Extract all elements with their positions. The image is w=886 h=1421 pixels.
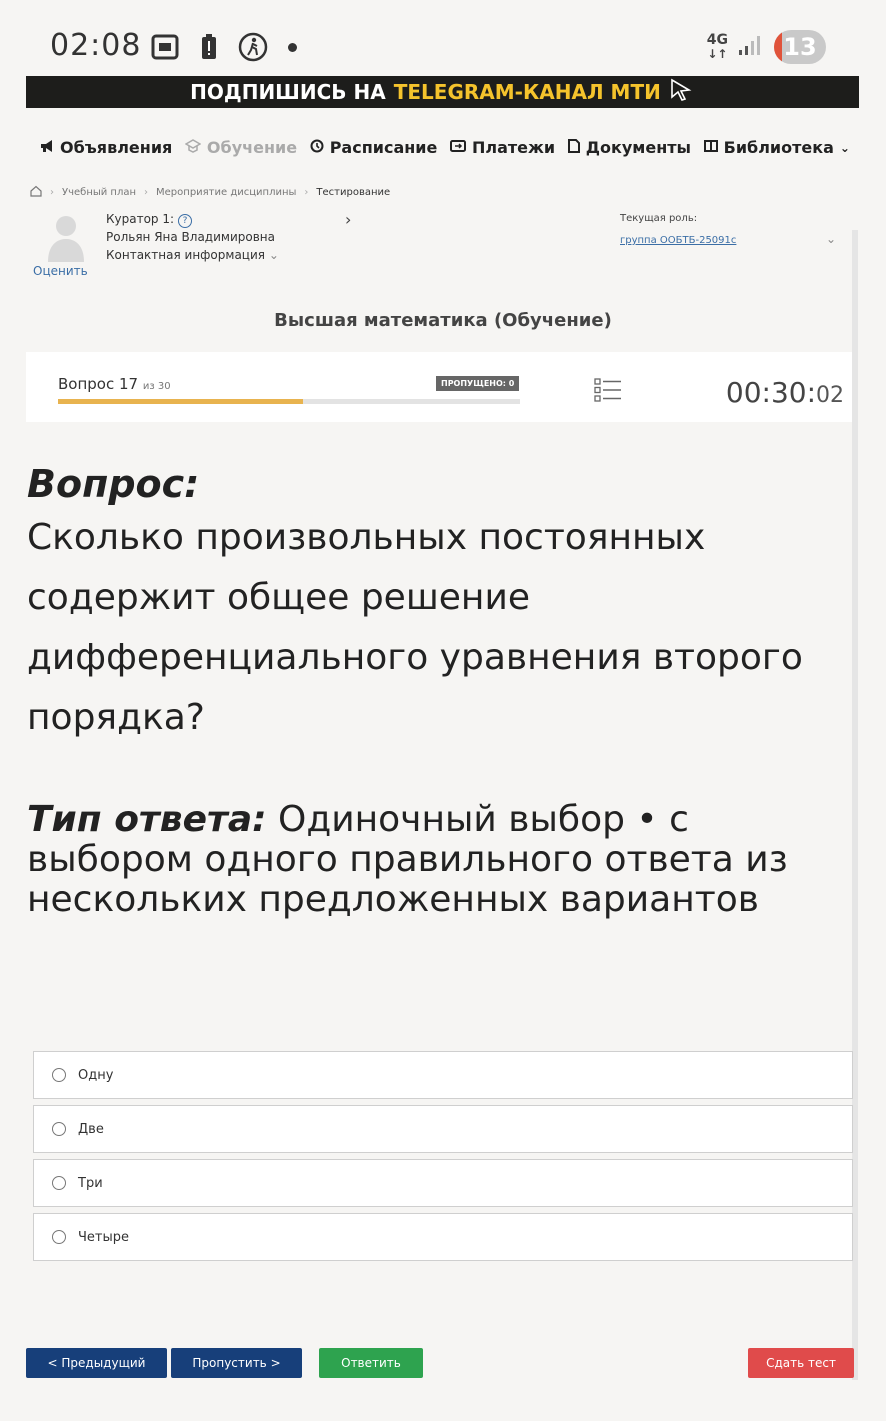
payment-icon (449, 139, 466, 156)
answer-option-label: Четыре (78, 1229, 129, 1245)
status-right: 4G ↓↑ 13 (707, 30, 826, 64)
timer: 00:30:02 (725, 376, 844, 409)
breadcrumb-current: Тестирование (316, 187, 391, 198)
curator-avatar (46, 212, 86, 262)
chevron-down-icon: ⌄ (268, 248, 279, 262)
answer-type-label: Тип ответа: (27, 799, 267, 840)
answer-option[interactable]: Три (33, 1159, 853, 1207)
megaphone-icon (40, 139, 54, 157)
telegram-banner[interactable]: ПОДПИШИСЬ НА TELEGRAM-КАНАЛ МТИ (26, 76, 859, 108)
progress-panel: Вопрос 17 из 30 ПРОПУЩЕНО: 0 00:30:02 (26, 352, 854, 422)
battery-indicator: 13 (774, 30, 826, 64)
contact-info-toggle[interactable]: Контактная информация ⌄ (106, 246, 279, 264)
book-icon (703, 139, 718, 157)
course-title: Высшая математика (Обучение) (274, 310, 612, 331)
breadcrumb-item[interactable]: Учебный план (62, 187, 136, 198)
breadcrumb-item[interactable]: Мероприятие дисциплины (156, 187, 296, 198)
banner-highlight: TELEGRAM-КАНАЛ МТИ (393, 80, 661, 104)
main-nav: Объявления Обучение Расписание Платежи Д… (40, 138, 850, 157)
graduation-cap-icon (184, 138, 202, 157)
battery-alert-icon (194, 32, 224, 62)
submit-test-button[interactable]: Сдать тест (748, 1348, 854, 1378)
skip-button[interactable]: Пропустить > (171, 1348, 302, 1378)
help-icon[interactable]: ? (178, 214, 193, 228)
answer-option-label: Одну (78, 1067, 114, 1083)
question-list-icon[interactable] (594, 376, 622, 404)
question-text: Сколько произвольных постоянных содержит… (27, 517, 803, 738)
document-icon (567, 138, 580, 157)
progress-bar-fill (58, 399, 303, 404)
rate-link[interactable]: Оценить (33, 264, 88, 278)
breadcrumb-separator: › (144, 187, 149, 198)
banner-prefix: ПОДПИШИСЬ НА (190, 80, 386, 104)
nav-item-documents[interactable]: Документы (567, 138, 691, 157)
curator-name: Рольян Яна Владимировна (106, 230, 275, 244)
status-time: 02:08 (50, 28, 142, 63)
answer-button[interactable]: Ответить (319, 1348, 423, 1378)
answer-type: Тип ответа: Одиночный выбор • с выбором … (27, 800, 857, 920)
cursor-icon (669, 78, 695, 107)
nav-item-learning[interactable]: Обучение (184, 138, 297, 157)
answer-option-label: Две (78, 1121, 104, 1137)
role-label: Текущая роль: (620, 213, 698, 224)
status-bar: 02:08 4G ↓↑ 13 (0, 0, 886, 78)
curator-info: Куратор 1:? Рольян Яна Владимировна Конт… (106, 210, 279, 264)
answer-option[interactable]: Две (33, 1105, 853, 1153)
progress-bar (58, 399, 520, 404)
radio-button[interactable] (52, 1230, 66, 1244)
nav-item-schedule[interactable]: Расписание (310, 138, 437, 157)
chevron-down-icon: ⌄ (839, 140, 850, 155)
answer-option-label: Три (78, 1175, 103, 1191)
breadcrumb-separator: › (304, 187, 309, 198)
radio-button[interactable] (52, 1176, 66, 1190)
previous-button[interactable]: < Предыдущий (26, 1348, 167, 1378)
chevron-right-icon[interactable]: › (345, 210, 351, 229)
clock-icon (310, 139, 324, 157)
notification-dot-icon (288, 42, 297, 52)
question-heading: Вопрос: (27, 462, 200, 506)
nav-item-announcements[interactable]: Объявления (40, 138, 172, 157)
radio-button[interactable] (52, 1068, 66, 1082)
answer-option[interactable]: Одну (33, 1051, 853, 1099)
nav-item-payments[interactable]: Платежи (449, 138, 555, 157)
signal-icon (738, 34, 764, 60)
home-icon[interactable] (30, 185, 42, 200)
status-icons (150, 32, 297, 62)
skipped-badge: ПРОПУЩЕНО: 0 (436, 376, 520, 391)
nav-item-library[interactable]: Библиотека ⌄ (703, 138, 850, 157)
radio-button[interactable] (52, 1122, 66, 1136)
walking-icon (238, 32, 268, 62)
network-indicator: 4G ↓↑ (706, 32, 728, 61)
role-select[interactable]: группа ООБТБ-25091с (620, 235, 736, 246)
curator-title: Куратор 1: (106, 212, 175, 226)
question-counter: Вопрос 17 из 30 (58, 375, 171, 393)
screenshot-icon (150, 32, 180, 62)
breadcrumb-separator: › (50, 187, 54, 198)
breadcrumb: › Учебный план › Мероприятие дисциплины … (30, 185, 390, 200)
chevron-down-icon[interactable]: ⌄ (826, 232, 836, 246)
answer-option[interactable]: Четыре (33, 1213, 853, 1261)
